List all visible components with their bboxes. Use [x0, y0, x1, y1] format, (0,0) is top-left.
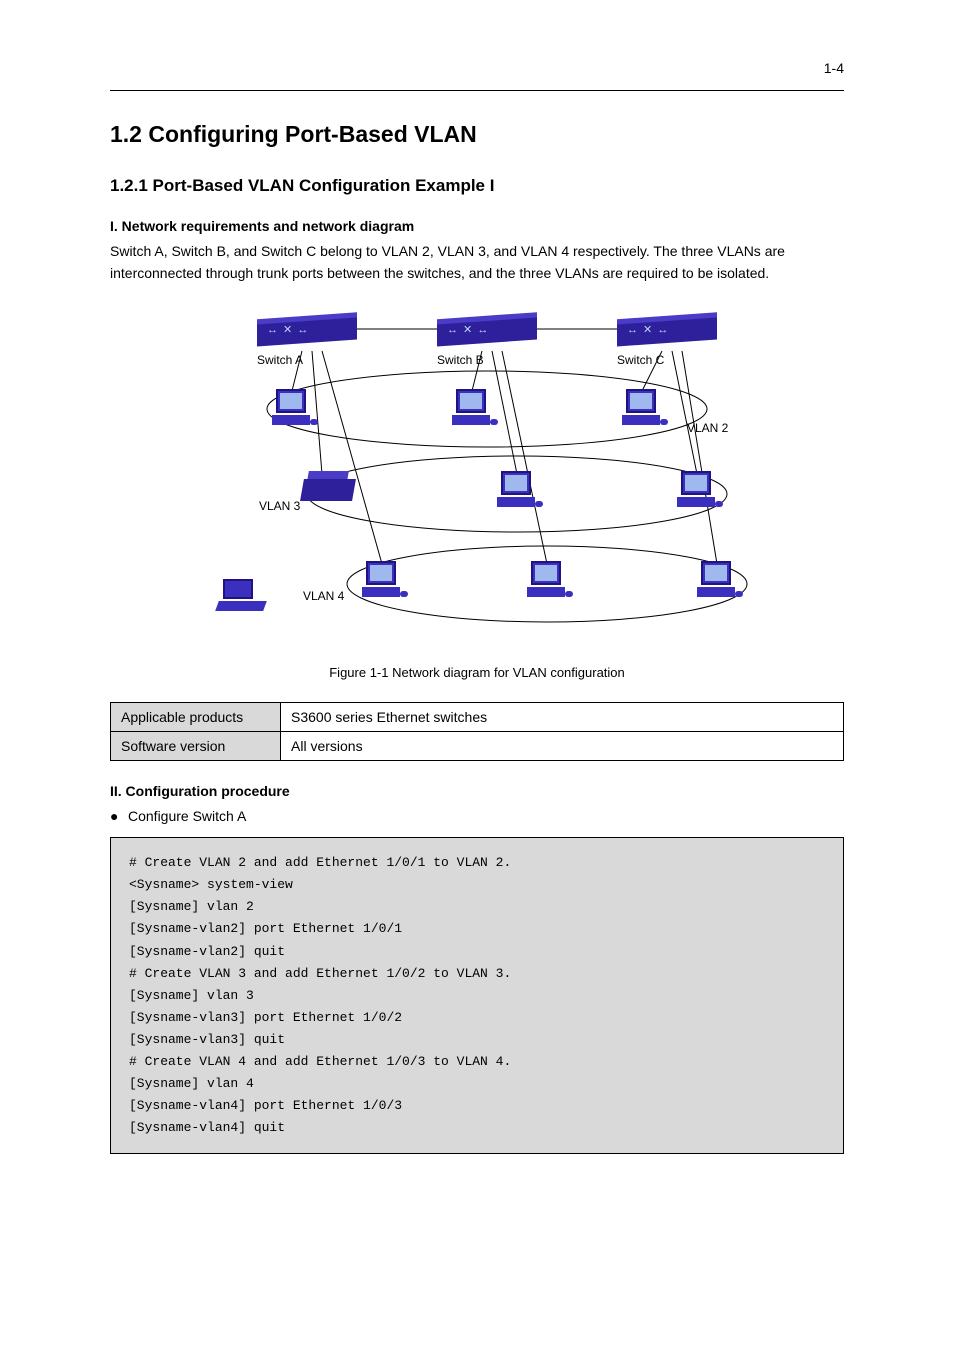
switch-c-icon: ↔ ✕ ↔	[617, 315, 717, 347]
subsection-title: 1.2.1 Port-Based VLAN Configuration Exam…	[110, 176, 844, 196]
switch-b-label: Switch B	[437, 353, 484, 367]
code-line: [Sysname-vlan3] port Ethernet 1/0/2	[129, 1007, 825, 1029]
code-line: <Sysname> system-view	[129, 874, 825, 896]
pc-icon	[677, 471, 723, 515]
table-cell-label: Software version	[111, 731, 281, 760]
laptop-icon	[217, 579, 265, 613]
bullet-item: ●Configure Switch A	[110, 805, 844, 827]
code-line: # Create VLAN 4 and add Ethernet 1/0/3 t…	[129, 1051, 825, 1073]
vlan2-label: VLAN 2	[687, 421, 728, 435]
figure-caption: Figure 1-1 Network diagram for VLAN conf…	[110, 665, 844, 680]
printer-icon	[302, 479, 354, 509]
pc-icon	[452, 389, 498, 433]
spec-table: Applicable products S3600 series Etherne…	[110, 702, 844, 761]
table-row: Software version All versions	[111, 731, 844, 760]
code-line: [Sysname] vlan 4	[129, 1073, 825, 1095]
code-line: [Sysname] vlan 2	[129, 896, 825, 918]
pc-icon	[622, 389, 668, 433]
switch-b-icon: ↔ ✕ ↔	[437, 315, 537, 347]
code-line: [Sysname-vlan2] port Ethernet 1/0/1	[129, 918, 825, 940]
table-cell-label: Applicable products	[111, 702, 281, 731]
vlan4-label: VLAN 4	[303, 589, 344, 603]
pc-icon	[272, 389, 318, 433]
header-rule	[110, 90, 844, 91]
code-line: # Create VLAN 3 and add Ethernet 1/0/2 t…	[129, 963, 825, 985]
procedure-heading: II. Configuration procedure	[110, 783, 844, 799]
code-line: [Sysname-vlan3] quit	[129, 1029, 825, 1051]
code-line: # Create VLAN 2 and add Ethernet 1/0/1 t…	[129, 852, 825, 874]
switch-c-label: Switch C	[617, 353, 664, 367]
pc-icon	[697, 561, 743, 605]
bullet-text: Configure Switch A	[128, 808, 246, 824]
vlan3-label: VLAN 3	[259, 499, 300, 513]
code-line: [Sysname-vlan4] port Ethernet 1/0/3	[129, 1095, 825, 1117]
code-line: [Sysname-vlan2] quit	[129, 941, 825, 963]
code-line: [Sysname-vlan4] quit	[129, 1117, 825, 1139]
network-diagram: ↔ ✕ ↔ ↔ ✕ ↔ ↔ ✕ ↔ Switch A Switch B Swit…	[197, 309, 757, 649]
section-title: 1.2 Configuring Port-Based VLAN	[110, 121, 844, 148]
switch-a-label: Switch A	[257, 353, 303, 367]
requirements-paragraph: Switch A, Switch B, and Switch C belong …	[110, 240, 844, 285]
code-line: [Sysname] vlan 3	[129, 985, 825, 1007]
code-block: # Create VLAN 2 and add Ethernet 1/0/1 t…	[110, 837, 844, 1154]
topology-heading: I. Network requirements and network diag…	[110, 218, 844, 234]
pc-icon	[362, 561, 408, 605]
page-number: 1-4	[824, 60, 844, 76]
table-row: Applicable products S3600 series Etherne…	[111, 702, 844, 731]
table-cell-value: All versions	[281, 731, 844, 760]
pc-icon	[497, 471, 543, 515]
document-page: { "page_number": "1-4", "section_title":…	[0, 0, 954, 1350]
table-cell-value: S3600 series Ethernet switches	[281, 702, 844, 731]
switch-a-icon: ↔ ✕ ↔	[257, 315, 357, 347]
pc-icon	[527, 561, 573, 605]
